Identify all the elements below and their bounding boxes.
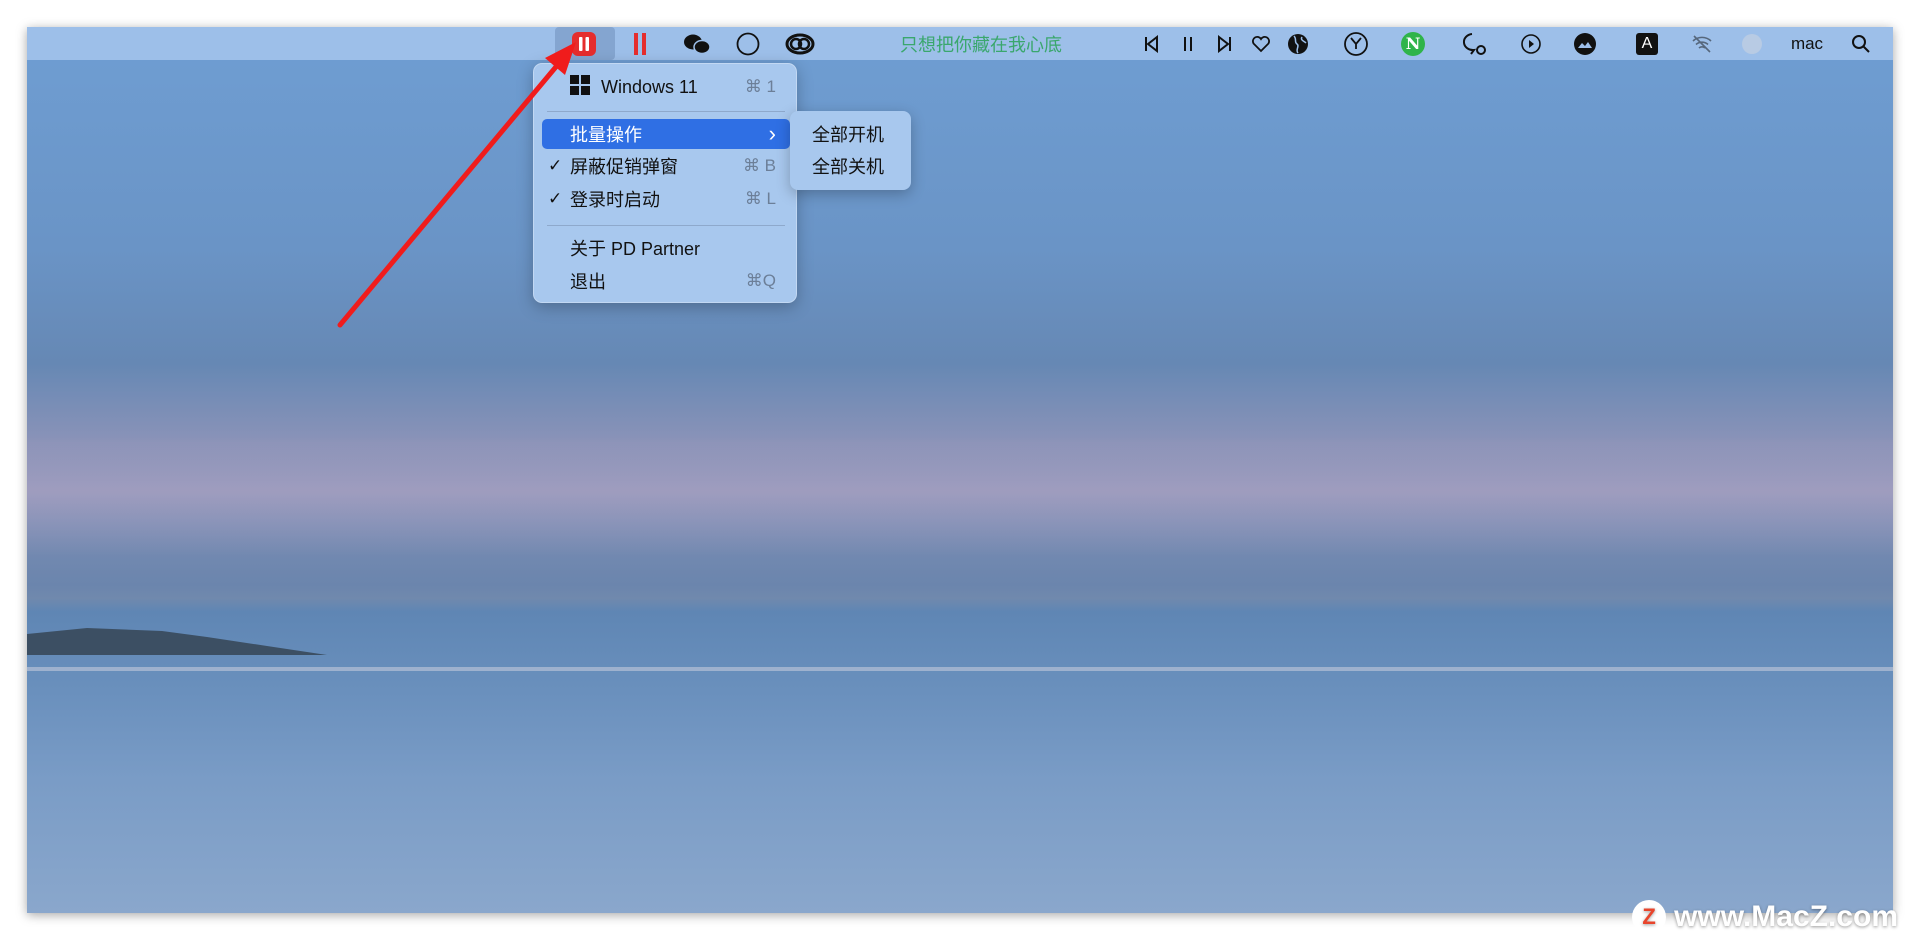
watermark: Z www.MacZ.com xyxy=(1632,900,1898,934)
watermark-logo: Z xyxy=(1632,900,1666,934)
watermark-text: www.MacZ.com xyxy=(1674,900,1898,934)
red-arrow-annotation xyxy=(0,0,1920,940)
